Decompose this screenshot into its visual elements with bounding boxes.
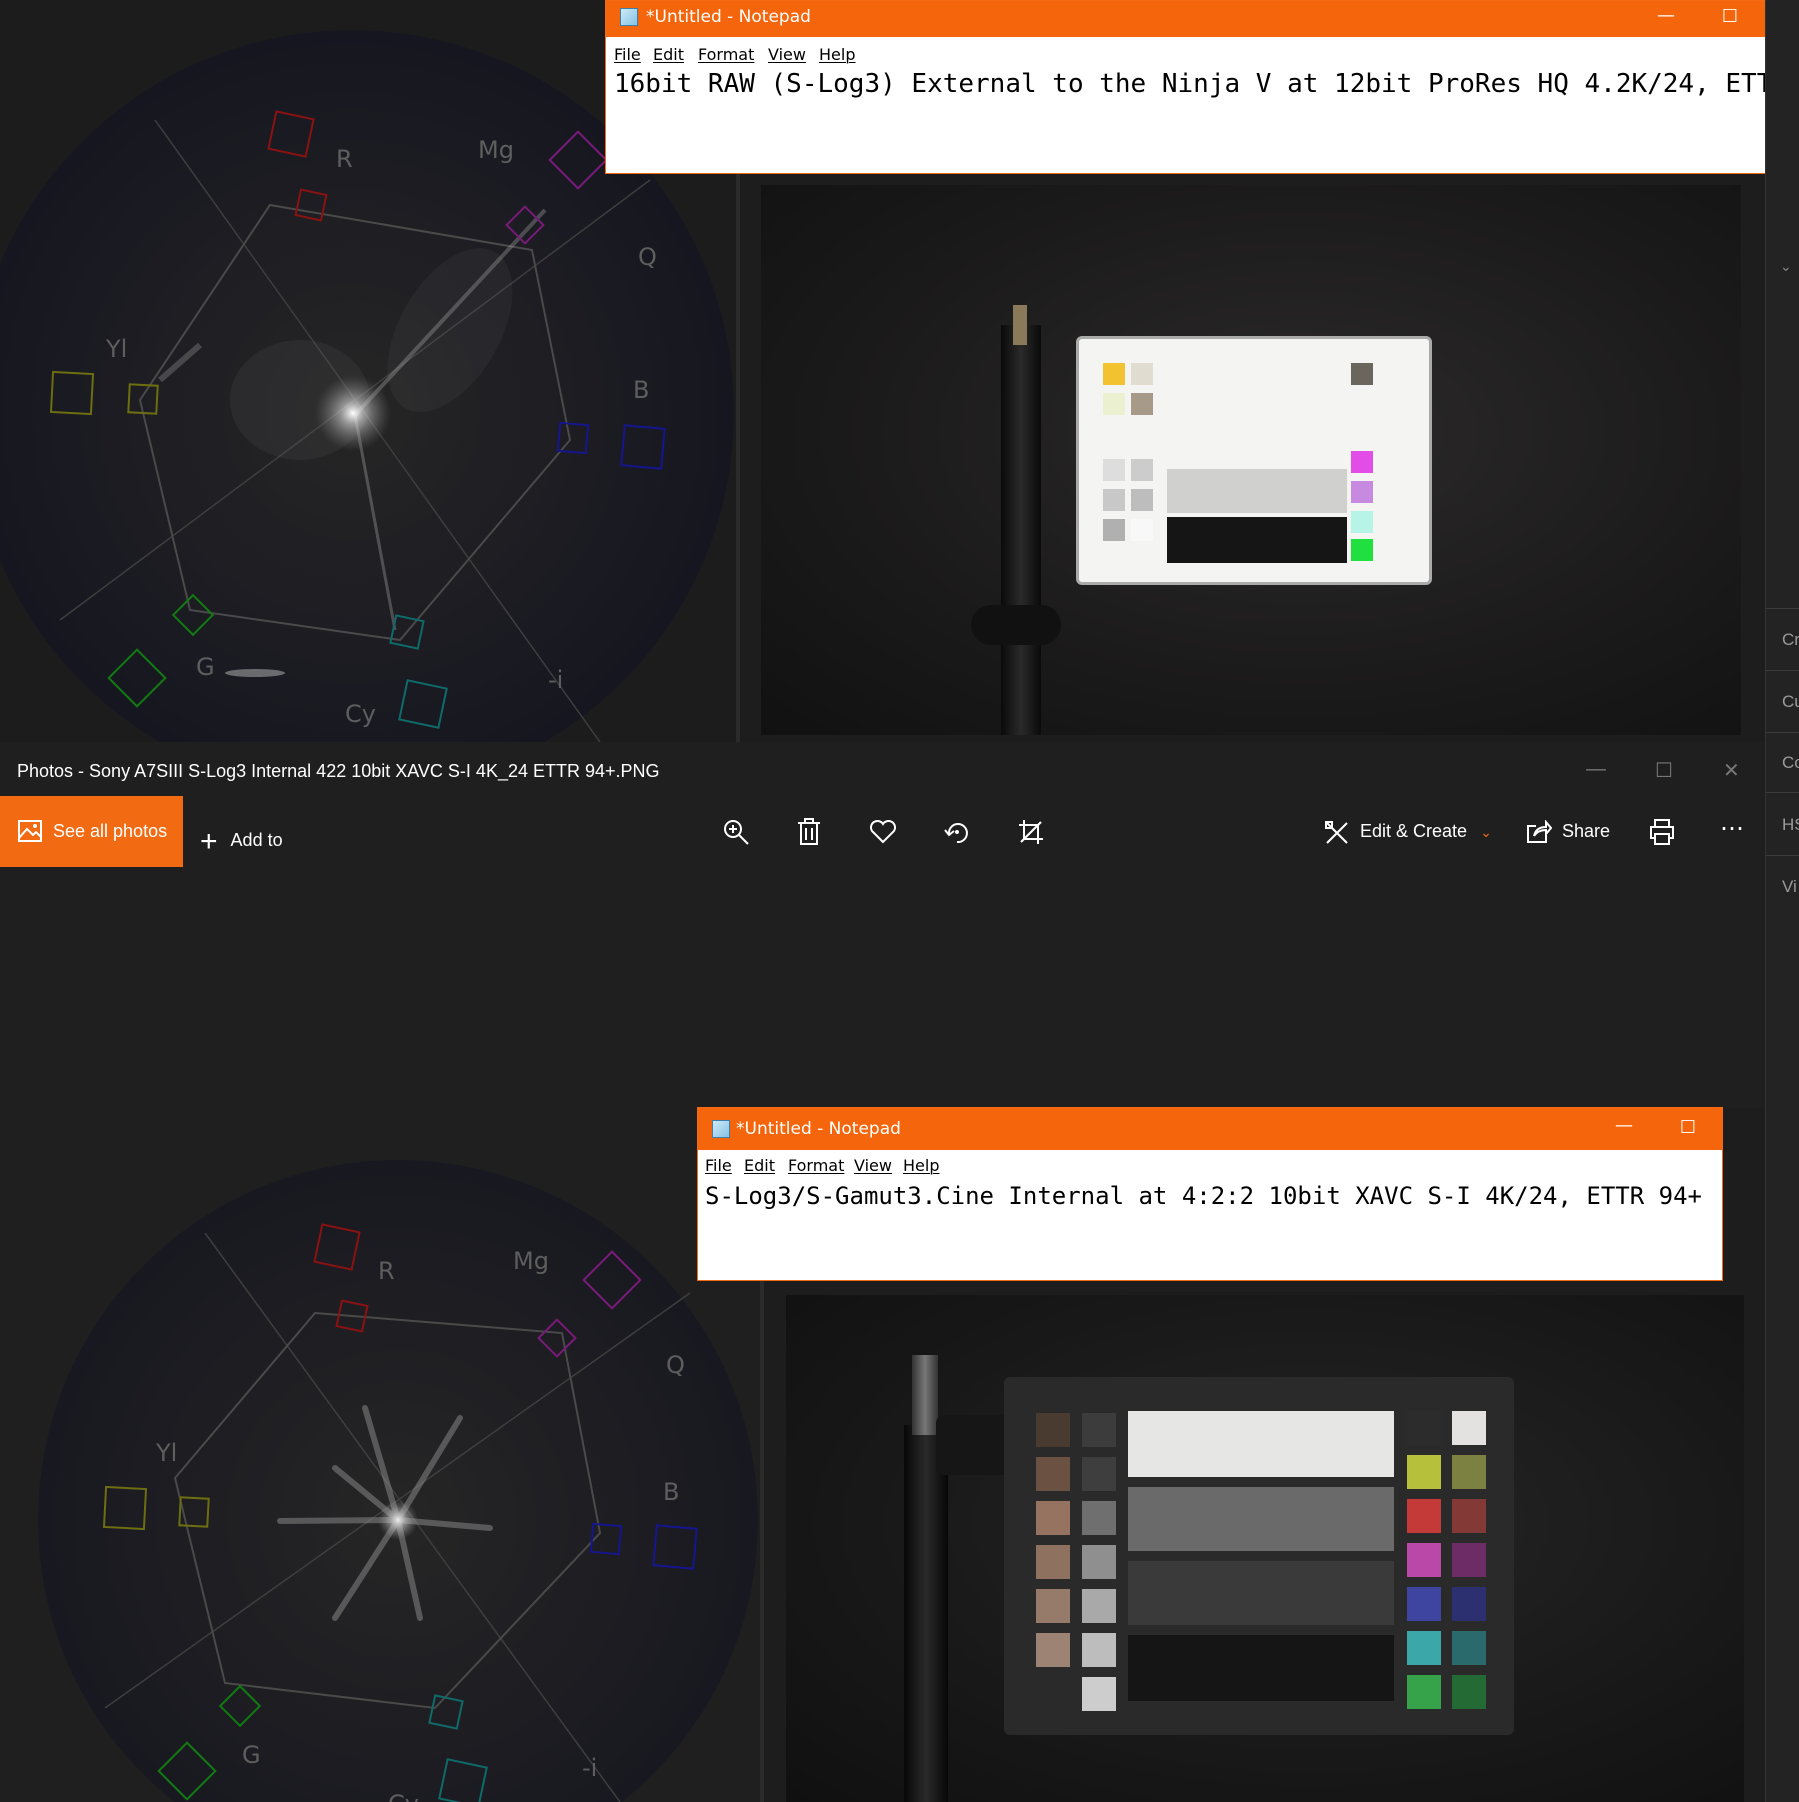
notepad-menu-bar: File Edit Format View Help: [606, 37, 1799, 67]
minimize-button[interactable]: —: [1604, 1108, 1644, 1150]
share-button[interactable]: Share: [1562, 821, 1610, 842]
scope-label-cy: Cy: [388, 1790, 419, 1802]
chevron-down-icon[interactable]: ⌄: [1780, 258, 1792, 275]
maximize-button[interactable]: ☐: [1710, 1, 1750, 37]
color-checker-bottom: [1004, 1377, 1514, 1735]
notepad-title-bar[interactable]: *Untitled - Notepad — ☐: [698, 1108, 1722, 1150]
top-notepad-window[interactable]: *Untitled - Notepad — ☐ ✕ File Edit Form…: [605, 0, 1799, 174]
menu-format[interactable]: Format: [788, 1156, 844, 1175]
menu-file[interactable]: File: [614, 45, 641, 64]
share-icon[interactable]: [1526, 820, 1552, 844]
scope-label-i: -i: [582, 1754, 597, 1782]
zoom-in-icon[interactable]: [722, 818, 750, 846]
sidebar-item-2[interactable]: Cu: [1782, 692, 1799, 712]
light-stand: [904, 1425, 948, 1802]
top-photo-frame: [761, 185, 1741, 735]
photo-viewer-area: [0, 868, 1765, 1108]
vectorscope-bottom-graphic: R Mg Q B Yl G Cy -i: [38, 1160, 758, 1802]
menu-help[interactable]: Help: [819, 45, 855, 64]
notepad-icon: [712, 1120, 730, 1138]
see-all-photos-button[interactable]: See all photos: [0, 796, 183, 867]
photos-minimize-button[interactable]: —: [1586, 758, 1606, 781]
sidebar-item-4[interactable]: HS: [1782, 815, 1799, 835]
vectorscope-bottom: R Mg Q B Yl G Cy -i: [0, 1108, 760, 1802]
menu-edit[interactable]: Edit: [744, 1156, 775, 1175]
stand-tip: [1013, 305, 1027, 345]
scope-label-cy: Cy: [345, 700, 376, 728]
menu-format[interactable]: Format: [698, 45, 754, 64]
scope-label-q: Q: [666, 1351, 685, 1379]
scope-label-yl: Yl: [105, 335, 127, 363]
sidebar-item-5[interactable]: Vi: [1782, 877, 1797, 897]
edit-icon[interactable]: [1324, 820, 1350, 846]
menu-edit[interactable]: Edit: [653, 45, 684, 64]
minimize-button[interactable]: —: [1646, 1, 1686, 37]
notepad-title: *Untitled - Notepad: [646, 7, 811, 27]
sidebar-item-1[interactable]: Cr: [1782, 630, 1799, 650]
sidebar-item-3[interactable]: Co: [1782, 753, 1799, 773]
chevron-down-icon: ⌄: [1480, 824, 1492, 840]
add-to-button[interactable]: + Add to: [200, 820, 283, 858]
notepad-text-area[interactable]: 16bit RAW (S-Log3) External to the Ninja…: [614, 69, 1799, 99]
scope-label-i: -i: [548, 666, 563, 694]
light-stand: [1001, 325, 1041, 735]
menu-view[interactable]: View: [854, 1156, 892, 1175]
notepad-title: *Untitled - Notepad: [736, 1119, 901, 1139]
bottom-photo-frame: [786, 1295, 1744, 1802]
menu-file[interactable]: File: [705, 1156, 732, 1175]
notepad-text-area[interactable]: S-Log3/S-Gamut3.Cine Internal at 4:2:2 1…: [705, 1182, 1702, 1210]
scope-label-g: G: [196, 653, 215, 681]
photos-title-bar[interactable]: Photos - Sony A7SIII S-Log3 Internal 422…: [0, 742, 1765, 800]
crop-icon[interactable]: [1017, 818, 1045, 846]
menu-view[interactable]: View: [768, 45, 806, 64]
notepad-title-bar[interactable]: *Untitled - Notepad — ☐ ✕: [606, 1, 1799, 37]
menu-help[interactable]: Help: [903, 1156, 939, 1175]
scope-label-yl: Yl: [155, 1439, 177, 1467]
scope-label-q: Q: [638, 243, 657, 271]
scope-label-mg: Mg: [478, 136, 514, 164]
scope-label-mg: Mg: [513, 1247, 549, 1275]
add-to-label: Add to: [230, 830, 283, 850]
scope-label-g: G: [242, 1741, 261, 1769]
photos-close-button[interactable]: ✕: [1723, 758, 1740, 783]
scope-disc: [38, 1160, 758, 1802]
more-icon[interactable]: ⋯: [1720, 814, 1744, 843]
photo-icon: [18, 820, 42, 842]
edit-create-button[interactable]: Edit & Create ⌄: [1360, 821, 1492, 842]
scope-label-r: R: [378, 1257, 395, 1285]
trace-center: [315, 375, 391, 451]
photos-window-title: Photos - Sony A7SIII S-Log3 Internal 422…: [17, 761, 660, 781]
bottom-notepad-window[interactable]: *Untitled - Notepad — ☐ File Edit Format…: [697, 1107, 1723, 1281]
right-sidebar: ⌄ Cr Cu Co HS Vi: [1765, 0, 1799, 1802]
notepad-icon: [620, 8, 638, 26]
photos-maximize-button[interactable]: ☐: [1655, 758, 1673, 783]
stand-tip: [912, 1355, 938, 1435]
color-checker-top: [1076, 336, 1432, 585]
plus-icon: +: [200, 825, 218, 858]
rotate-icon[interactable]: [943, 818, 971, 846]
stand-clamp: [971, 605, 1061, 645]
scope-label-b: B: [663, 1478, 679, 1506]
edit-create-label: Edit & Create: [1360, 821, 1468, 841]
delete-icon[interactable]: [796, 818, 822, 846]
photos-toolbar: + Add to Edit & Create ⌄ Share ⋯: [0, 796, 1765, 868]
scope-label-r: R: [336, 145, 353, 173]
see-all-photos-label: See all photos: [53, 821, 168, 841]
maximize-button[interactable]: ☐: [1668, 1108, 1708, 1150]
print-icon[interactable]: [1649, 818, 1675, 846]
notepad-menu-bar: File Edit Format View Help: [698, 1150, 1722, 1180]
scope-label-b: B: [633, 376, 649, 404]
heart-icon[interactable]: [869, 820, 897, 844]
trace-center: [378, 1500, 418, 1540]
